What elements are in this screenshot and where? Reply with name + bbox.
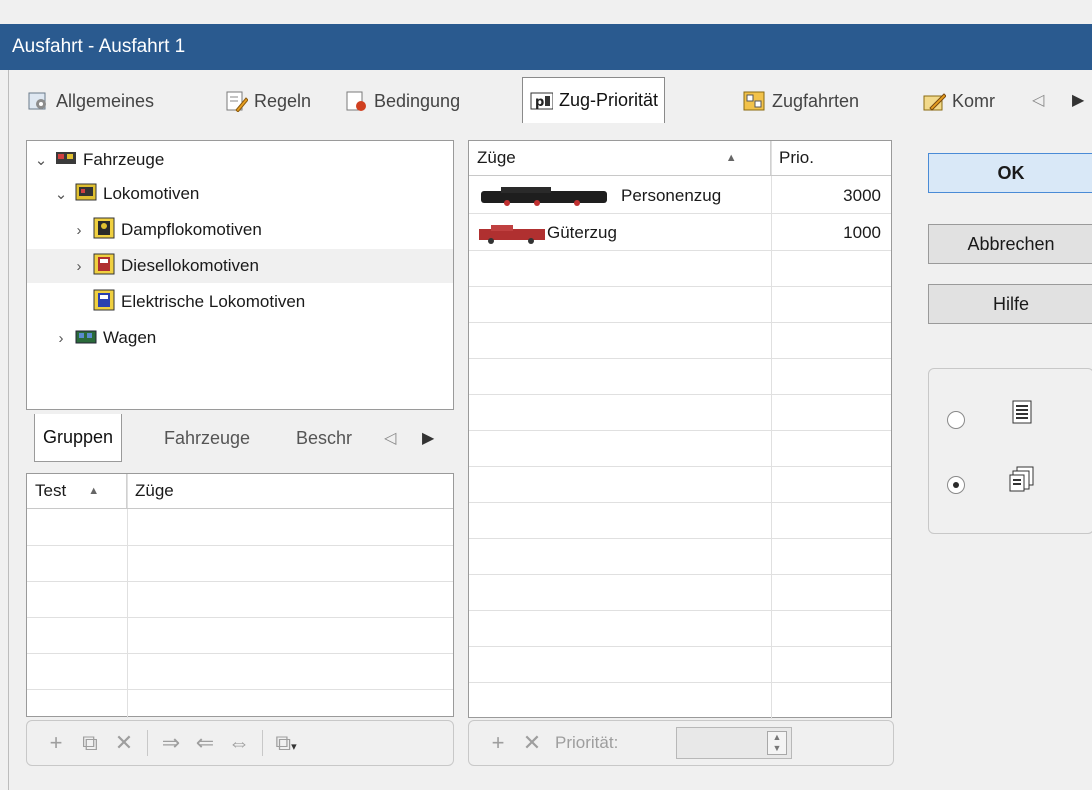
diesel-train-icon [477, 222, 549, 249]
tree-item-diesellokomotiven[interactable]: › Diesellokomotiven [27, 249, 453, 283]
tree-item-label: Wagen [103, 328, 157, 347]
tab-zug-prioritaet[interactable]: p Zug-Priorität [522, 77, 666, 123]
tree-item-fahrzeuge[interactable]: ⌄ Fahrzeuge [27, 143, 453, 177]
priority-input[interactable]: ▲ ▼ [676, 727, 792, 759]
single-view-radio[interactable] [947, 411, 965, 429]
add-icon[interactable]: + [39, 730, 73, 756]
tab-kommentar[interactable]: Komr [922, 81, 995, 121]
tabs-scroll-left-icon[interactable]: ◁ [1032, 90, 1044, 110]
subtab-fahrzeuge[interactable]: Fahrzeuge [164, 420, 250, 456]
tab-bedingung[interactable]: Bedingung [344, 81, 460, 121]
window-title: Ausfahrt - Ausfahrt 1 [12, 36, 186, 57]
subtab-beschreibung[interactable]: Beschr [296, 420, 352, 456]
multi-list-icon [1009, 465, 1035, 498]
diesel-loco-icon [93, 253, 115, 280]
steam-train-icon [477, 185, 617, 212]
train-name: Personenzug [621, 186, 722, 205]
tree-item-label: Elektrische Lokomotiven [121, 292, 306, 311]
table-row[interactable]: Personenzug 3000 [469, 179, 891, 213]
tab-label: Regeln [254, 90, 312, 111]
tree-item-label: Fahrzeuge [83, 150, 165, 169]
priority-icon: p [529, 90, 553, 112]
tree-item-dampflokomotiven[interactable]: › Dampflokomotiven [27, 213, 453, 247]
delete-icon[interactable]: ✕ [107, 730, 141, 756]
tab-regeln[interactable]: Regeln [224, 81, 311, 121]
tree-item-label: Dampflokomotiven [121, 220, 262, 239]
train-runs-icon [742, 90, 766, 112]
main-tab-strip: Allgemeines Regeln Bedingung p Zug-Prior… [8, 75, 1092, 125]
title-bar: Ausfahrt - Ausfahrt 1 [0, 0, 1092, 70]
trains-table-header: Züge ▲ Prio. [469, 141, 891, 175]
priority-label: Priorität: [555, 733, 619, 752]
arrow-both-icon[interactable]: ⇔ [222, 730, 256, 756]
arrow-right-icon[interactable]: ⇒ [154, 730, 188, 756]
subtab-label: Gruppen [43, 427, 114, 447]
tree-item-lokomotiven[interactable]: ⌄ Lokomotiven [27, 177, 453, 211]
subtab-gruppen[interactable]: Gruppen [34, 414, 123, 462]
tree-item-elektrische-lokomotiven[interactable]: Elektrische Lokomotiven [27, 285, 453, 319]
chevron-right-icon[interactable]: › [53, 330, 69, 347]
delete-icon[interactable]: ✕ [515, 730, 549, 756]
steam-loco-icon [93, 217, 115, 244]
column-header-prio[interactable]: Prio. [771, 141, 891, 175]
chevron-right-icon[interactable]: › [71, 222, 87, 239]
pencil-doc-icon [224, 90, 248, 112]
groups-toolbar: + ⧉ ✕ ⇒ ⇐ ⇔ ⧉▾ [26, 720, 454, 766]
tab-label: Allgemeines [56, 90, 155, 111]
chevron-down-icon[interactable]: ⌄ [53, 185, 69, 203]
spinner-icon[interactable]: ▲ ▼ [767, 731, 787, 755]
column-header-test[interactable]: Test ▲ [27, 474, 127, 508]
sort-asc-icon: ▲ [725, 152, 737, 164]
tabs-scroll-right-icon[interactable]: ▶ [1072, 90, 1084, 110]
copy-dropdown-icon[interactable]: ⧉▾ [269, 730, 303, 756]
ok-button[interactable]: OK [928, 153, 1092, 193]
tests-table[interactable]: Test ▲ Züge [26, 473, 454, 718]
tab-label: Zugfahrten [772, 90, 860, 111]
train-priority: 3000 [843, 186, 881, 205]
table-row[interactable]: Güterzug 1000 [469, 216, 891, 250]
locomotives-icon [75, 182, 97, 207]
wagons-icon [75, 326, 97, 351]
subtabs-scroll-left-icon[interactable]: ◁ [384, 428, 396, 448]
chevron-down-icon[interactable]: ⌄ [33, 151, 49, 169]
train-priority: 1000 [843, 223, 881, 242]
comment-icon [922, 90, 946, 112]
tab-allgemeines[interactable]: Allgemeines [26, 81, 154, 121]
tab-zugfahrten[interactable]: Zugfahrten [742, 81, 859, 121]
electric-loco-icon [93, 289, 115, 316]
trains-priority-table[interactable]: Züge ▲ Prio. Personenzug 3000 Güterzug 1… [468, 140, 892, 719]
tab-label: Bedingung [374, 90, 461, 111]
view-mode-group [928, 368, 1092, 534]
single-list-icon [1011, 399, 1033, 430]
chevron-right-icon[interactable]: › [71, 258, 87, 275]
sub-tab-strip: Gruppen Fahrzeuge Beschr ◁ ▶ [26, 410, 454, 462]
title-band: Ausfahrt - Ausfahrt 1 [0, 24, 1092, 70]
vehicles-icon [55, 148, 77, 173]
column-header-zuege[interactable]: Züge [127, 474, 453, 508]
cancel-button[interactable]: Abbrechen [928, 224, 1092, 264]
subtab-label: Beschr [296, 427, 353, 448]
settings-doc-icon [26, 90, 50, 112]
condition-doc-icon [344, 90, 368, 112]
subtab-label: Fahrzeuge [164, 427, 251, 448]
arrow-left-icon[interactable]: ⇐ [188, 730, 222, 756]
tests-table-header: Test ▲ Züge [27, 474, 453, 508]
vehicle-tree[interactable]: ⌄ Fahrzeuge ⌄ Lokomotiven › Dampflokomot… [26, 140, 454, 410]
toolbar-separator [147, 730, 148, 756]
refresh-doc-icon[interactable]: ⧉ [73, 730, 107, 756]
svg-text:p: p [535, 95, 544, 110]
sort-asc-icon: ▲ [88, 485, 100, 497]
column-header-zuege[interactable]: Züge ▲ [469, 141, 771, 175]
tab-label: Komr [952, 90, 996, 111]
subtabs-scroll-right-icon[interactable]: ▶ [422, 428, 434, 448]
help-button[interactable]: Hilfe [928, 284, 1092, 324]
train-name: Güterzug [547, 223, 617, 242]
toolbar-separator [262, 730, 263, 756]
tree-item-label: Diesellokomotiven [121, 256, 259, 275]
tab-label: Zug-Priorität [559, 90, 659, 110]
multi-view-radio[interactable] [947, 476, 965, 494]
tree-item-wagen[interactable]: › Wagen [27, 321, 453, 355]
add-icon[interactable]: + [481, 730, 515, 756]
tree-item-label: Lokomotiven [103, 184, 200, 203]
